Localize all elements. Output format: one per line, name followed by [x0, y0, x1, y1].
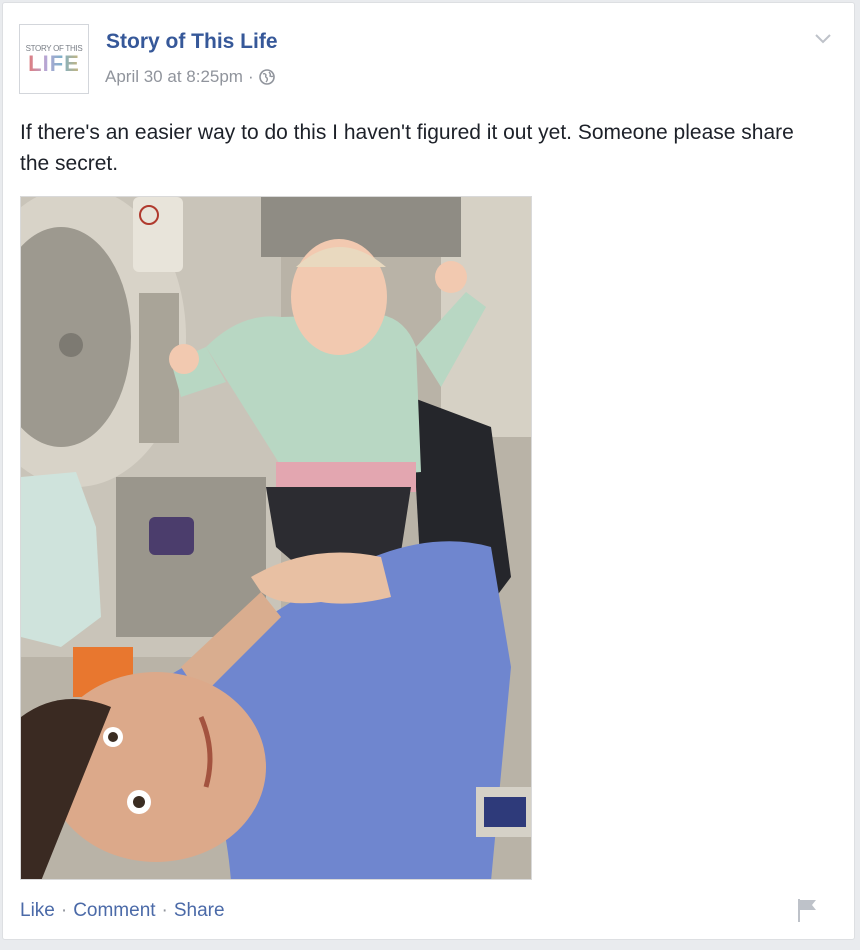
- chevron-down-icon[interactable]: [812, 27, 834, 49]
- share-button[interactable]: Share: [174, 900, 225, 922]
- flag-icon[interactable]: [794, 896, 820, 924]
- post-actions: Like · Comment · Share: [20, 900, 225, 922]
- post-meta: April 30 at 8:25pm ·: [105, 67, 275, 87]
- action-separator: ·: [161, 900, 168, 921]
- post-text: If there's an easier way to do this I ha…: [20, 121, 794, 175]
- like-button[interactable]: Like: [20, 900, 55, 922]
- post-photo[interactable]: [20, 196, 532, 880]
- globe-icon[interactable]: [258, 69, 275, 85]
- page-avatar[interactable]: STORY OF THIS LIFE: [19, 24, 89, 94]
- post-card: STORY OF THIS LIFE Story of This Life Ap…: [2, 2, 855, 940]
- comment-button[interactable]: Comment: [73, 900, 155, 922]
- avatar-big-text: LIFE: [28, 50, 80, 76]
- meta-separator: ·: [247, 67, 254, 86]
- page-name-link[interactable]: Story of This Life: [106, 30, 278, 54]
- post-timestamp[interactable]: April 30 at 8:25pm: [105, 67, 243, 87]
- action-separator: ·: [60, 900, 68, 921]
